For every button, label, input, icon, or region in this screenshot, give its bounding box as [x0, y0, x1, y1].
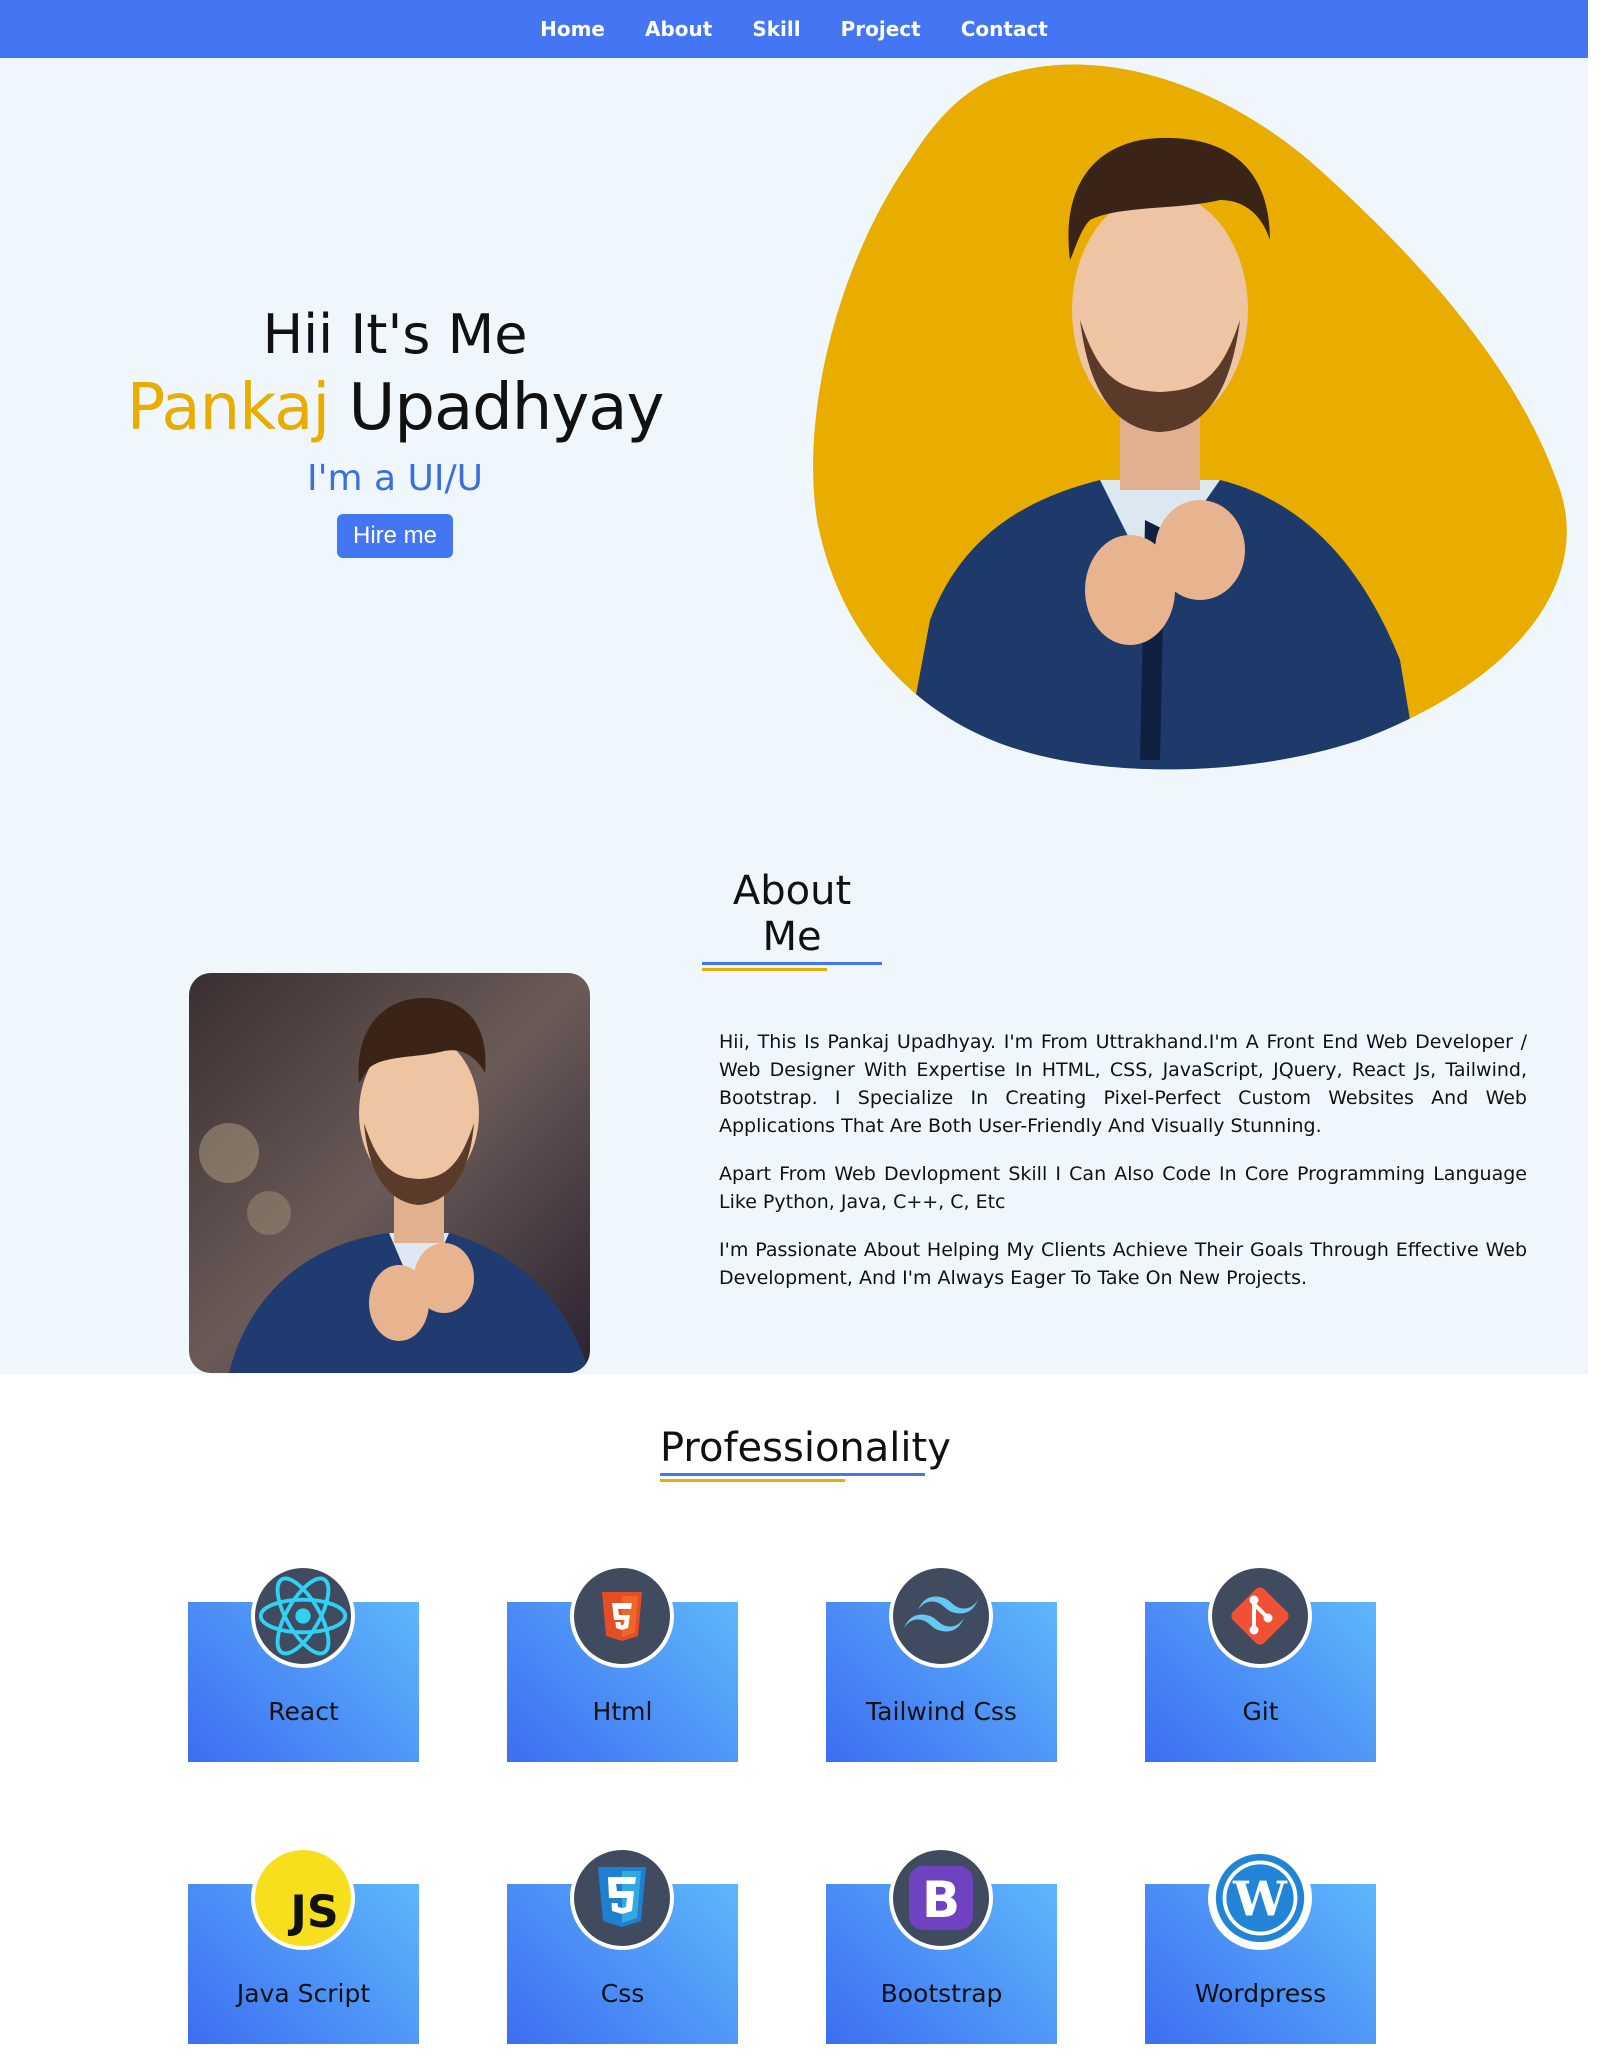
- nav-skill-link[interactable]: Skill: [752, 17, 800, 41]
- skill-card-css: Css: [507, 1846, 738, 2044]
- hero-name: Pankaj Upadhyay: [100, 370, 690, 446]
- html5-icon: [570, 1564, 674, 1668]
- hero-portrait-image: [813, 64, 1567, 770]
- skill-card-tailwind: Tailwind Css: [826, 1564, 1057, 1762]
- title-underline: [660, 1473, 925, 1476]
- react-icon: [251, 1564, 355, 1668]
- title-accent-underline: [660, 1479, 845, 1482]
- skill-label: Css: [600, 1979, 645, 2008]
- git-icon: [1208, 1564, 1312, 1668]
- svg-text:W: W: [1232, 1871, 1288, 1927]
- bootstrap-icon: B: [889, 1846, 993, 1950]
- hero-intro: Hii It's Me Pankaj Upadhyay I'm a UI/U H…: [100, 300, 690, 558]
- javascript-icon: JS: [251, 1846, 355, 1950]
- hero-portrait-blob: [800, 60, 1580, 770]
- about-title-text: About Me: [732, 868, 852, 960]
- about-photo: [189, 973, 590, 1373]
- skill-card-html: Html: [507, 1564, 738, 1762]
- tailwind-icon: [889, 1564, 993, 1668]
- hero-first-name: Pankaj: [126, 371, 330, 445]
- nav-about-link[interactable]: About: [645, 17, 712, 41]
- skill-label: Bootstrap: [880, 1979, 1003, 2008]
- skill-label: Git: [1242, 1697, 1279, 1726]
- skill-label: Tailwind Css: [866, 1697, 1017, 1726]
- about-paragraph: I'm Passionate About Helping My Clients …: [719, 1239, 1527, 1289]
- skill-label: Wordpress: [1194, 1979, 1327, 2008]
- nav-home-link[interactable]: Home: [540, 17, 605, 41]
- skill-label: React: [268, 1697, 339, 1726]
- svg-text:JS: JS: [287, 1887, 338, 1938]
- skill-card-bootstrap: B Bootstrap: [826, 1846, 1057, 2044]
- nav-contact-link[interactable]: Contact: [961, 17, 1048, 41]
- hero-greeting: Hii It's Me: [262, 303, 528, 366]
- title-accent-underline: [702, 968, 827, 971]
- css3-icon: [570, 1846, 674, 1950]
- top-navbar: Home About Skill Project Contact: [0, 0, 1588, 58]
- svg-text:B: B: [922, 1871, 960, 1929]
- skill-label: Java Script: [236, 1979, 371, 2008]
- about-paragraph: Hii, This Is Pankaj Upadhyay. I'm From U…: [719, 1031, 1527, 1137]
- wordpress-icon: W: [1208, 1846, 1312, 1950]
- hero-last-name: Upadhyay: [348, 371, 664, 445]
- hero-role: I'm a UI/U: [307, 458, 483, 499]
- title-underline: [702, 962, 882, 965]
- skill-card-wordpress: W Wordpress: [1145, 1846, 1376, 2044]
- professionality-title-text: Professionality: [660, 1425, 951, 1471]
- about-portrait-image: [189, 973, 590, 1373]
- hire-me-button[interactable]: Hire me: [336, 514, 453, 558]
- skill-card-javascript: JS Java Script: [188, 1846, 419, 2044]
- skill-card-react: React: [188, 1564, 419, 1762]
- nav-project-link[interactable]: Project: [841, 17, 921, 41]
- skill-label: Html: [592, 1697, 653, 1726]
- about-section-title: About Me: [702, 868, 882, 971]
- professionality-section-title: Professionality: [660, 1425, 951, 1482]
- about-paragraph: Apart From Web Devlopment Skill I Can Al…: [719, 1163, 1527, 1213]
- skill-card-git: Git: [1145, 1564, 1376, 1762]
- about-description: Hii, This Is Pankaj Upadhyay. I'm From U…: [719, 1028, 1527, 1312]
